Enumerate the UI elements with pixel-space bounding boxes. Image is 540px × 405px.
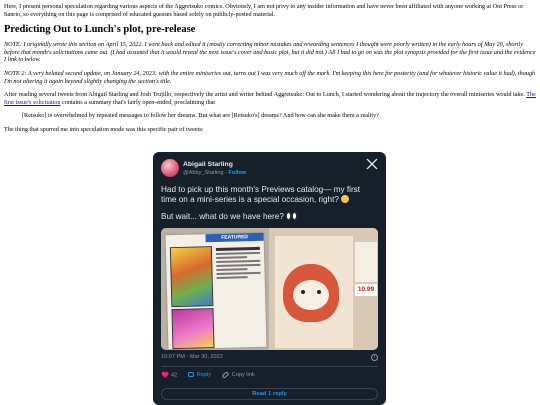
like-button[interactable]: 42 <box>161 372 177 378</box>
body-paragraph: After reading several tweets from Abigai… <box>4 91 536 106</box>
note-1: NOTE: I originally wrote this section on… <box>4 41 536 64</box>
tweet-header: Abigail Starling @Abby_Starling · Follow <box>161 157 378 179</box>
catalog-page: FEATURED <box>165 232 267 350</box>
divider <box>161 366 378 367</box>
price-tag: 10.99 <box>355 284 377 296</box>
note-2: NOTE 2: A very belated second update, on… <box>4 69 536 85</box>
x-logo-icon[interactable] <box>366 158 378 170</box>
featured-banner: FEATURED <box>205 232 264 243</box>
reply-label: Reply <box>196 372 212 379</box>
article-page: Here, I present personal speculation reg… <box>0 0 540 138</box>
tweet-handle-row: @Abby_Starling · Follow <box>183 170 246 176</box>
tweet-text-line-2-row: time on a mini-series is a special occas… <box>161 195 376 205</box>
copy-link-label: Copy link <box>231 372 255 379</box>
follow-button[interactable]: Follow <box>229 170 247 176</box>
tweet-photo[interactable]: FEATURED 10.99 <box>161 228 378 350</box>
info-icon[interactable]: i <box>371 354 378 361</box>
tweet-author-name[interactable]: Abigail Starling <box>183 161 233 168</box>
lead-in-text: The thing that spurred me into speculati… <box>4 125 204 133</box>
tweet-timestamp[interactable]: 10:07 PM · Mar 30, 2022 <box>161 354 223 360</box>
catalog-spine <box>355 242 377 282</box>
eyes-emoji-icon <box>285 211 298 220</box>
aggretsuko-cover-photo[interactable]: 10.99 <box>269 228 378 350</box>
heart-icon <box>161 372 168 378</box>
comic-cover-thumbnail-2 <box>171 308 215 350</box>
tweet-text-line-3-row: But wait... what do we have here? <box>161 211 376 222</box>
copy-link-button[interactable]: Copy link <box>221 370 255 379</box>
solicitation-quote: [Retsuko] is overwhelmed by repeated mes… <box>22 112 379 120</box>
previews-catalog-photo[interactable]: FEATURED <box>161 228 269 350</box>
tweet-text: Had to pick up this month's Previews cat… <box>161 185 376 222</box>
avatar[interactable] <box>161 159 179 177</box>
tweet-text-line-3: But wait... what do we have here? <box>161 211 284 221</box>
retsuko-eye-right <box>317 290 321 294</box>
read-replies-button[interactable]: Read 1 reply <box>161 388 378 400</box>
embedded-tweet[interactable]: Abigail Starling @Abby_Starling · Follow… <box>153 152 386 405</box>
catalog-text-block <box>215 246 261 281</box>
tweet-actions: 42 Reply Copy link <box>161 370 264 382</box>
retsuko-face <box>293 280 329 310</box>
comic-cover-thumbnail <box>169 246 214 308</box>
section-heading: Predicting Out to Lunch's plot, pre-rele… <box>4 24 196 36</box>
tweet-handle[interactable]: @Abby_Starling <box>183 170 224 176</box>
tweet-text-line-2: time on a mini-series is a special occas… <box>161 195 339 205</box>
paragraph-text-end: contains a summary that's fairly open-en… <box>60 98 216 106</box>
reply-button[interactable]: Reply <box>187 372 212 379</box>
heart-eyes-emoji-icon <box>340 195 349 204</box>
like-count: 42 <box>171 372 178 379</box>
tweet-text-line-1: Had to pick up this month's Previews cat… <box>161 185 361 194</box>
retsuko-eye-left <box>301 290 305 294</box>
reply-icon <box>187 372 194 378</box>
paragraph-text-start: After reading several tweets from Abigai… <box>4 91 527 99</box>
intro-paragraph: Here, I present personal speculation reg… <box>4 3 524 18</box>
link-icon <box>221 370 230 379</box>
